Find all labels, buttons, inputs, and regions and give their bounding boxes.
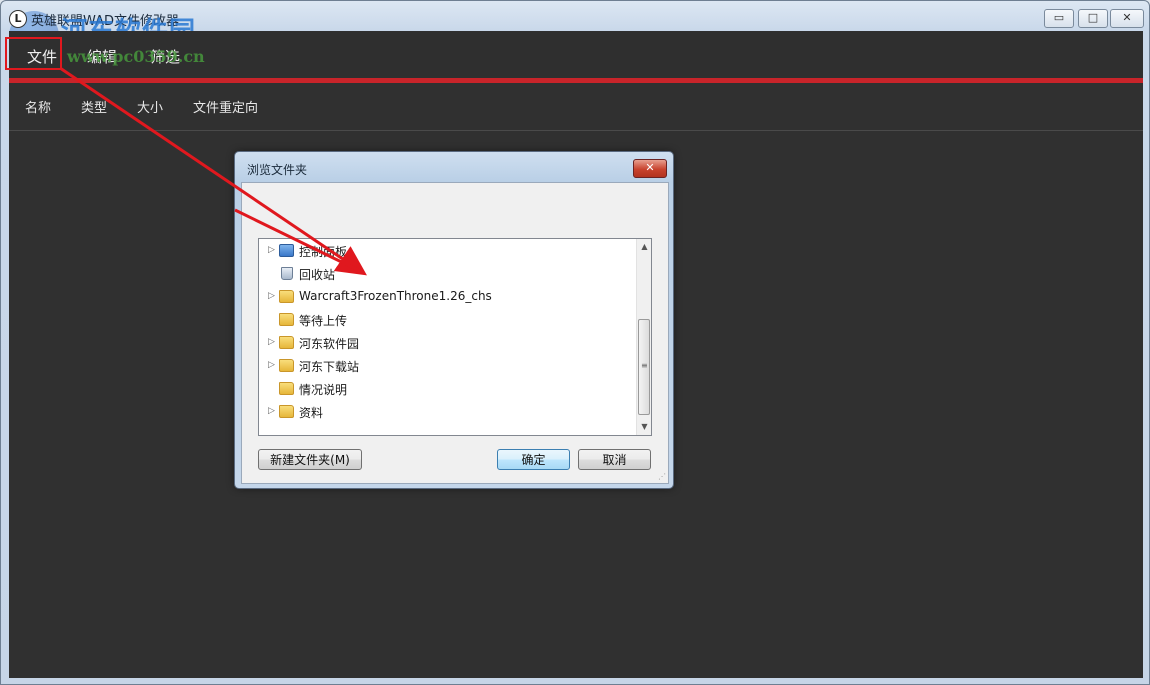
annotation-arrows	[59, 66, 367, 276]
annotation-arrow	[234, 208, 363, 274]
annotation-arrow	[59, 66, 367, 276]
